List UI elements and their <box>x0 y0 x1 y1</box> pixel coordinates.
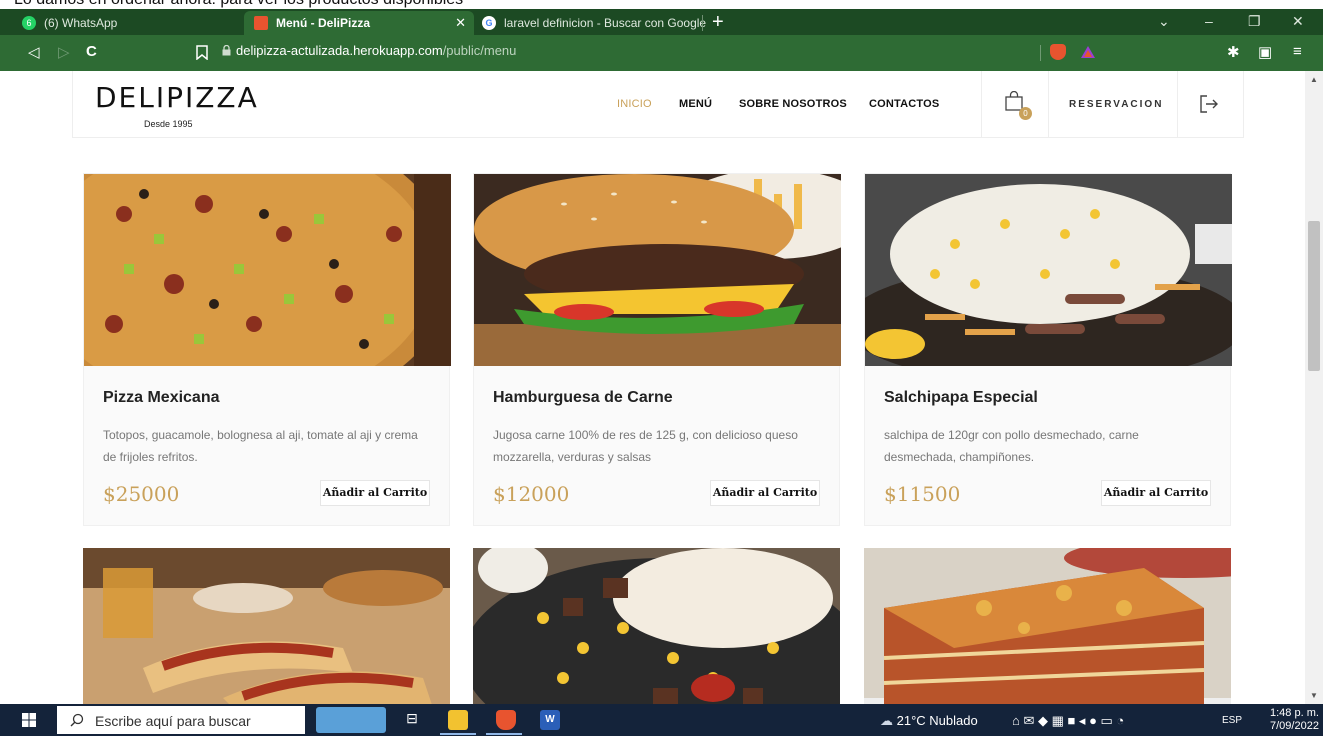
toolbar-separator <box>1040 45 1041 61</box>
weather-text: 21°C Nublado <box>896 713 978 728</box>
brave-rewards-icon[interactable] <box>1080 44 1096 60</box>
tab-list-chevron-icon[interactable]: ⌄ <box>1158 13 1170 30</box>
taskbar-search-box[interactable]: Escribe aquí para buscar <box>57 706 305 734</box>
clock-date: 7/09/2022 <box>1270 720 1319 732</box>
header-divider <box>1177 71 1178 137</box>
browser-toolbar: ◁ ▷ C delipizza-actulizada.herokuapp.com… <box>0 35 1323 71</box>
scroll-down-arrow-icon[interactable]: ▼ <box>1310 691 1318 700</box>
browser-tab-bar: 6 (6) WhatsApp Menú - DeliPizza ✕ G lara… <box>0 9 1323 35</box>
search-highlight-icon[interactable] <box>316 707 386 733</box>
tab-google-search[interactable]: G laravel definicion - Buscar con Google <box>482 11 706 35</box>
logout-icon[interactable] <box>1199 95 1219 113</box>
add-to-cart-button[interactable]: Añadir al Carrito <box>710 480 820 506</box>
burger-image <box>474 174 841 366</box>
maximize-icon[interactable]: ❐ <box>1248 13 1261 30</box>
header-divider <box>981 71 982 137</box>
brave-browser-icon[interactable] <box>496 710 516 730</box>
close-tab-icon[interactable]: ✕ <box>455 15 466 31</box>
caption-text-strip: Lo damos en ordenar ahora: para ver los … <box>0 0 1323 9</box>
windows-taskbar: Escribe aquí para buscar ⊟ W ☁ 21°C Nubl… <box>0 704 1323 736</box>
search-placeholder: Escribe aquí para buscar <box>95 713 251 729</box>
tab-label: Menú - DeliPizza <box>276 16 371 30</box>
task-view-icon[interactable]: ⊟ <box>402 710 422 730</box>
bookmark-icon[interactable] <box>196 45 208 60</box>
add-to-cart-button[interactable]: Añadir al Carrito <box>320 480 430 506</box>
nav-sobre-nosotros[interactable]: SOBRE NOSOTROS <box>739 98 847 110</box>
brave-shields-icon[interactable] <box>1050 44 1066 60</box>
tab-whatsapp[interactable]: 6 (6) WhatsApp <box>22 11 117 35</box>
language-indicator[interactable]: ESP <box>1222 715 1242 726</box>
url-domain: delipizza-actulizada.herokuapp.com <box>236 43 443 58</box>
tab-delipizza[interactable]: Menú - DeliPizza ✕ <box>244 11 474 35</box>
taskbar-clock[interactable]: 1:48 p. m. 7/09/2022 <box>1270 707 1319 733</box>
minimize-icon[interactable]: – <box>1205 13 1213 29</box>
google-icon: G <box>482 16 496 30</box>
nav-contactos[interactable]: CONTACTOS <box>869 98 939 110</box>
product-card-hamburguesa-de-carne: Hamburguesa de Carne Jugosa carne 100% d… <box>473 173 841 526</box>
wallet-icon[interactable]: ▣ <box>1258 43 1272 61</box>
url-path: /public/menu <box>442 43 517 58</box>
search-icon <box>70 713 84 727</box>
close-window-icon[interactable]: ✕ <box>1292 13 1304 30</box>
scroll-up-arrow-icon[interactable]: ▲ <box>1310 75 1318 84</box>
salchipapa-image <box>865 174 1232 366</box>
product-price: $11500 <box>884 482 961 506</box>
reservation-link[interactable]: RESERVACION <box>1069 99 1163 110</box>
whatsapp-icon: 6 <box>22 16 36 30</box>
extensions-icon[interactable]: ✱ <box>1227 43 1240 61</box>
reload-icon[interactable]: C <box>86 43 97 60</box>
tab-label: laravel definicion - Buscar con Google <box>504 16 707 30</box>
page-scrollbar[interactable]: ▲ ▼ <box>1305 71 1323 704</box>
lock-icon <box>222 45 231 56</box>
windows-start-icon[interactable] <box>22 713 36 727</box>
lasagna-image <box>864 548 1231 704</box>
product-description: Jugosa carne 100% de res de 125 g, con d… <box>493 428 798 464</box>
add-to-cart-button[interactable]: Añadir al Carrito <box>1101 480 1211 506</box>
cloud-icon: ☁ <box>880 713 893 728</box>
tab-label: (6) WhatsApp <box>44 16 118 30</box>
cart-count-badge: 0 <box>1019 107 1032 120</box>
scrollbar-thumb[interactable] <box>1308 221 1320 371</box>
logo-tagline: Desde 1995 <box>144 119 193 129</box>
product-card-salchipapa-especial: Salchipapa Especial salchipa de 120gr co… <box>864 173 1232 526</box>
weather-widget[interactable]: ☁ 21°C Nublado <box>880 713 978 729</box>
menu-icon[interactable]: ≡ <box>1293 43 1302 60</box>
product-price: $25000 <box>103 482 180 506</box>
tray-icons[interactable]: ⌂ ✉ ◆ ▦ ■ ◂ ● ▭ ◔ <box>1012 713 1124 729</box>
address-bar[interactable]: delipizza-actulizada.herokuapp.com/publi… <box>236 43 516 58</box>
product-name: Salchipapa Especial <box>884 389 1038 406</box>
hotdog-image <box>83 548 450 704</box>
site-logo[interactable]: DELIPIZZA <box>95 81 259 114</box>
product-description: salchipa de 120gr con pollo desmechado, … <box>884 428 1139 464</box>
active-app-indicator <box>486 733 522 735</box>
caption-text: Lo damos en ordenar ahora: para ver los … <box>14 0 463 9</box>
product-description: Totopos, guacamole, bolognesa al aji, to… <box>103 428 418 464</box>
nav-inicio[interactable]: INICIO <box>617 98 652 110</box>
back-icon[interactable]: ◁ <box>28 43 40 61</box>
clock-time: 1:48 p. m. <box>1270 707 1319 719</box>
tab-separator <box>702 15 703 31</box>
pizza-image <box>84 174 451 366</box>
loaded-fries-image <box>473 548 840 704</box>
file-explorer-icon[interactable] <box>448 710 468 730</box>
nav-menu[interactable]: MENÚ <box>679 98 712 110</box>
word-icon[interactable]: W <box>540 710 560 730</box>
web-page: DELIPIZZA Desde 1995 INICIO MENÚ SOBRE N… <box>0 71 1305 704</box>
forward-icon[interactable]: ▷ <box>58 43 70 61</box>
site-header: DELIPIZZA Desde 1995 INICIO MENÚ SOBRE N… <box>72 71 1244 138</box>
new-tab-button[interactable]: + <box>712 11 724 33</box>
product-name: Pizza Mexicana <box>103 389 220 406</box>
header-divider <box>1048 71 1049 137</box>
product-price: $12000 <box>493 482 570 506</box>
product-card-pizza-mexicana: Pizza Mexicana Totopos, guacamole, bolog… <box>83 173 451 526</box>
delipizza-favicon-icon <box>254 16 268 30</box>
product-name: Hamburguesa de Carne <box>493 389 673 406</box>
active-app-indicator <box>440 733 476 735</box>
